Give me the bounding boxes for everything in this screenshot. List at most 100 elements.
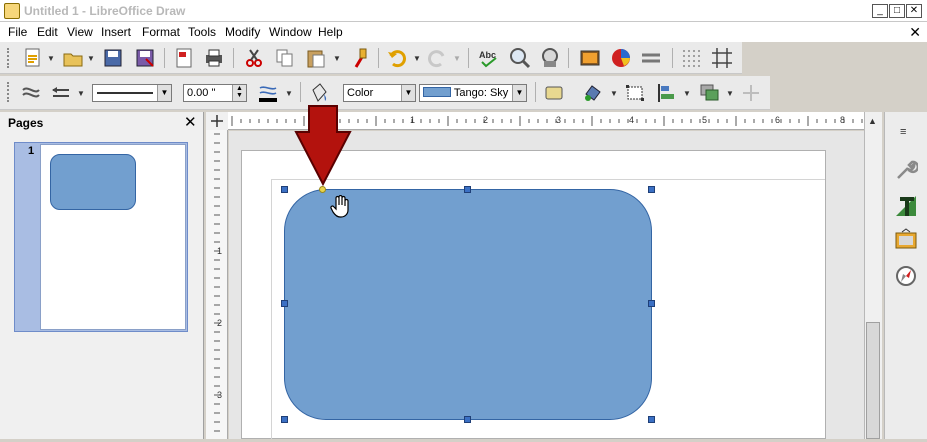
selection-handle[interactable]	[648, 186, 655, 193]
area-style-select[interactable]: Color ▼	[343, 84, 416, 102]
copy-icon[interactable]	[274, 47, 296, 69]
open-folder-icon[interactable]	[62, 47, 84, 69]
line-icon[interactable]	[20, 82, 42, 104]
selection-handle[interactable]	[648, 416, 655, 423]
close-window-button[interactable]: ✕	[906, 4, 922, 18]
fontwork-icon[interactable]	[640, 47, 662, 69]
line-width-stepper[interactable]: ▲ ▼	[232, 85, 246, 101]
redo-dropdown-icon[interactable]: ▼	[453, 54, 461, 63]
insert-chart-icon[interactable]	[610, 47, 632, 69]
line-fill-toolbar: ▼ ▼ 0.00 " ▲ ▼ ▼ Color ▼ Tango: Sky ▼ ▼ ▼…	[0, 76, 770, 110]
line-color-dropdown-icon[interactable]: ▼	[285, 89, 293, 98]
menu-view[interactable]: View	[67, 25, 93, 39]
undo-dropdown-icon[interactable]: ▼	[413, 54, 421, 63]
arrange-dropdown-icon[interactable]: ▼	[726, 89, 734, 98]
hand-cursor-icon	[330, 195, 349, 218]
page-thumbnail-number: 1	[28, 145, 35, 157]
zoom-icon[interactable]	[509, 47, 531, 69]
insert-image-icon[interactable]	[579, 47, 601, 69]
position-size-icon[interactable]	[624, 82, 646, 104]
toolbar-grip[interactable]	[7, 48, 10, 68]
pages-panel: Pages ✕ 1	[0, 112, 204, 439]
toolbar-grip[interactable]	[7, 82, 10, 102]
selection-handle[interactable]	[281, 186, 288, 193]
flip-icon[interactable]	[740, 82, 762, 104]
close-document-icon[interactable]: ✕	[909, 24, 921, 41]
menu-format[interactable]: Format	[142, 25, 180, 39]
area-style-dropdown-icon[interactable]: ▼	[401, 85, 415, 101]
arrow-style-icon[interactable]	[50, 82, 72, 104]
menu-insert[interactable]: Insert	[101, 25, 131, 39]
maximize-button[interactable]: □	[889, 4, 905, 18]
menu-edit[interactable]: Edit	[37, 25, 58, 39]
ruler-corner[interactable]	[206, 112, 228, 130]
h-ruler-label: 5	[702, 115, 708, 125]
menu-window[interactable]: Window	[269, 25, 312, 39]
clone-formatting-icon[interactable]	[350, 47, 372, 69]
line-color-icon[interactable]	[257, 82, 279, 104]
vertical-scrollbar-thumb[interactable]	[866, 322, 880, 439]
rotate-icon[interactable]	[582, 82, 604, 104]
fill-color-swatch	[423, 87, 451, 97]
minimize-button[interactable]: _	[872, 4, 888, 18]
fill-color-select[interactable]: Tango: Sky ▼	[419, 84, 527, 102]
sidebar-menu-icon[interactable]: ≡	[900, 126, 906, 138]
menu-tools[interactable]: Tools	[188, 25, 216, 39]
align-left-icon[interactable]	[656, 82, 678, 104]
open-dropdown-icon[interactable]: ▼	[87, 54, 95, 63]
grid-icon[interactable]	[680, 47, 702, 69]
spelling-icon[interactable]: Abc	[478, 47, 500, 69]
print-icon[interactable]	[203, 47, 225, 69]
menu-modify[interactable]: Modify	[225, 25, 260, 39]
selection-handle[interactable]	[648, 300, 655, 307]
close-pages-panel-icon[interactable]: ✕	[184, 113, 197, 131]
zoom-pan-icon[interactable]	[539, 47, 561, 69]
redo-icon[interactable]	[426, 47, 448, 69]
fill-color-dropdown-icon[interactable]: ▼	[512, 85, 526, 101]
vertical-ruler[interactable]: 1 2 3	[206, 130, 228, 439]
line-width-value: 0.00 "	[187, 87, 216, 99]
title-bar: Untitled 1 - LibreOffice Draw _ □ ✕	[0, 0, 927, 22]
rotate-dropdown-icon[interactable]: ▼	[610, 89, 618, 98]
new-document-icon[interactable]	[22, 47, 44, 69]
save-icon[interactable]	[102, 47, 124, 69]
paste-dropdown-icon[interactable]: ▼	[333, 54, 341, 63]
properties-wrench-icon[interactable]	[894, 158, 918, 182]
save-as-icon[interactable]	[134, 47, 156, 69]
arrow-style-dropdown-icon[interactable]: ▼	[77, 89, 85, 98]
tab-stop-icon[interactable]	[206, 112, 228, 130]
align-dropdown-icon[interactable]: ▼	[683, 89, 691, 98]
menu-bar: File Edit View Insert Format Tools Modif…	[0, 22, 927, 42]
scroll-up-icon[interactable]: ▲	[868, 116, 877, 126]
line-style-select[interactable]: ▼	[92, 84, 172, 102]
line-width-field[interactable]: 0.00 " ▲ ▼	[183, 84, 247, 102]
arrange-icon[interactable]	[698, 82, 720, 104]
line-style-dropdown-icon[interactable]: ▼	[157, 85, 171, 101]
selection-handle[interactable]	[281, 300, 288, 307]
styles-icon[interactable]	[894, 194, 918, 218]
new-dropdown-icon[interactable]: ▼	[47, 54, 55, 63]
undo-icon[interactable]	[386, 47, 408, 69]
export-pdf-icon[interactable]	[173, 47, 195, 69]
shadow-icon[interactable]	[543, 82, 565, 104]
helplines-icon[interactable]	[711, 47, 733, 69]
app-icon	[4, 3, 20, 19]
svg-text:Abc: Abc	[479, 50, 496, 60]
annotation-arrow-icon	[294, 105, 352, 186]
cut-icon[interactable]	[243, 47, 265, 69]
menu-help[interactable]: Help	[318, 25, 343, 39]
v-ruler-label: 1	[217, 246, 223, 256]
selection-handle[interactable]	[464, 186, 471, 193]
paste-icon[interactable]	[305, 47, 327, 69]
menu-file[interactable]: File	[8, 25, 27, 39]
gallery-icon[interactable]	[894, 228, 918, 252]
selection-handle[interactable]	[281, 416, 288, 423]
h-ruler-label: 4	[629, 115, 635, 125]
selection-handle[interactable]	[464, 416, 471, 423]
navigator-icon[interactable]	[894, 264, 918, 288]
standard-toolbar: ▼ ▼ ▼ ▼ ▼ Abc	[0, 42, 742, 74]
h-ruler-label: 6	[775, 115, 781, 125]
corner-radius-control-point[interactable]	[319, 186, 326, 193]
area-fill-icon[interactable]	[308, 82, 330, 104]
rounded-rectangle-shape[interactable]	[284, 189, 652, 420]
